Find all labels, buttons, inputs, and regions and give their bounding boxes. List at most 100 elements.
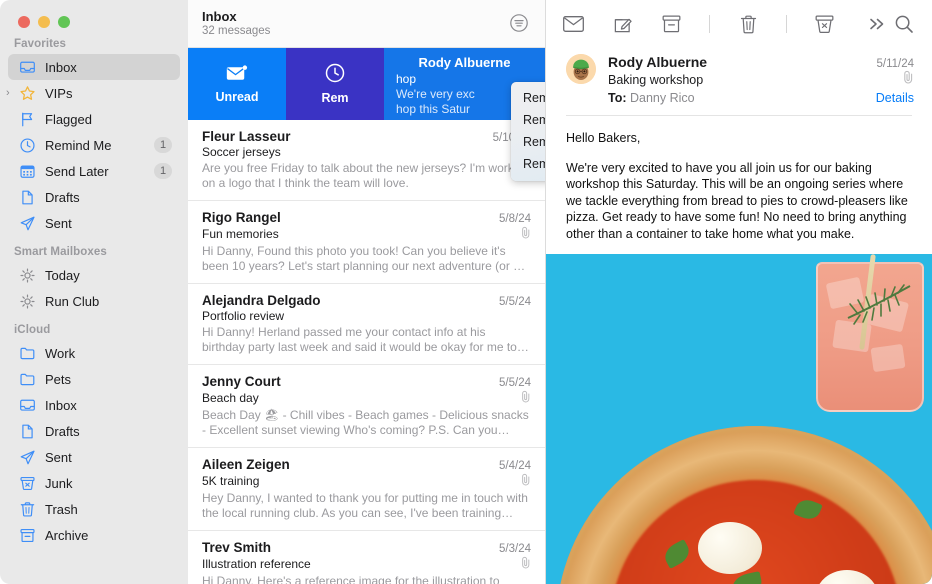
message-subject: Beach day (202, 391, 259, 405)
clock-icon (325, 63, 345, 86)
mailbox-title: Inbox (202, 9, 237, 24)
sidebar-item-drafts[interactable]: Drafts (8, 184, 180, 210)
details-link[interactable]: Details (876, 91, 914, 105)
window-controls (0, 0, 188, 28)
sidebar-item-label: Today (45, 267, 80, 283)
to-label: To: (608, 91, 627, 105)
sidebar-item-label: Work (45, 345, 76, 361)
memoji-avatar (566, 54, 596, 84)
sidebar: Favorites Inbox › VIPs Flagged Remind Me 1 Send… (0, 0, 188, 584)
chevron-right-icon[interactable]: › (6, 87, 16, 99)
sidebar-item-archive[interactable]: Archive (8, 522, 180, 548)
sidebar-item-label: Trash (45, 501, 78, 517)
swiped-message-row: Unread Rem Rody Albuerne hop We're very … (188, 48, 545, 120)
message-row[interactable]: Rigo Rangel 5/8/24 Fun memories Hi Danny, F… (188, 201, 545, 284)
message-preview: Hi Danny, Found this photo you took! Can… (202, 244, 524, 273)
context-menu-item[interactable]: Remind Me Later… (511, 153, 545, 175)
message-date: 5/4/24 (499, 460, 531, 472)
mark-unread-button[interactable] (562, 12, 585, 36)
paperclip-icon (521, 226, 531, 242)
sidebar-item-label: Remind Me (45, 137, 112, 153)
context-menu-item[interactable]: Remind Me Tomorrow (511, 131, 545, 153)
message-date: 5/8/24 (499, 213, 531, 225)
sidebar-item-inbox[interactable]: Inbox (8, 54, 180, 80)
calendar-icon (18, 162, 37, 181)
sidebar-section-header: iCloud (14, 324, 51, 336)
sidebar-item-trash[interactable]: Trash (8, 496, 180, 522)
sidebar-item-today[interactable]: Today (8, 262, 180, 288)
gear-icon (18, 266, 37, 285)
swipe-unread-button[interactable]: Unread (188, 48, 286, 120)
message-preview: Beach Day 🏖 - Chill vibes - Beach games … (202, 408, 529, 437)
paperclip-icon (521, 473, 531, 489)
sidebar-item-drafts[interactable]: Drafts (8, 418, 180, 444)
filter-icon[interactable] (509, 13, 531, 35)
message-list-header: Inbox 32 messages (188, 0, 545, 48)
remind-me-context-menu: Remind Me in 1 HourRemind Me TonightRemi… (511, 82, 545, 181)
clock-icon (18, 136, 37, 155)
message-subject: Baking workshop (608, 73, 704, 87)
junk-button[interactable] (813, 12, 836, 36)
sidebar-item-sent[interactable]: Sent (8, 210, 180, 236)
context-menu-item[interactable]: Remind Me in 1 Hour (511, 87, 545, 109)
maximize-button[interactable] (58, 16, 70, 28)
context-menu-item[interactable]: Remind Me Tonight (511, 109, 545, 131)
message-preview: Hi Danny, Here's a reference image for t… (202, 574, 500, 584)
minimize-button[interactable] (38, 16, 50, 28)
trash-icon (18, 500, 37, 519)
message-rows: Fleur Lasseur5/10/24Soccer jerseysAre yo… (188, 120, 545, 584)
selected-message-sender: Rody Albuerne (418, 55, 511, 70)
recipient-line: To: Danny Rico (608, 91, 695, 105)
mail-window: Favorites Inbox › VIPs Flagged Remind Me 1 Send… (0, 0, 932, 584)
sidebar-item-inbox[interactable]: Inbox (8, 392, 180, 418)
paper-plane-icon (18, 214, 37, 233)
paperclip-icon (903, 70, 914, 89)
message-subject: Fun memories (202, 227, 279, 241)
sidebar-item-label: Drafts (45, 423, 80, 439)
sidebar-item-label: Sent (45, 215, 72, 231)
inbox-icon (18, 396, 37, 415)
margherita-pizza-photo (546, 254, 932, 584)
delete-button[interactable] (736, 12, 759, 36)
sidebar-item-sent[interactable]: Sent (8, 444, 180, 470)
sidebar-item-vips[interactable]: › VIPs (6, 80, 180, 106)
message-subject: Illustration reference (202, 557, 311, 571)
message-row[interactable]: Alejandra Delgado 5/5/24 Portfolio review H… (188, 284, 545, 365)
message-header: Rody Albuerne 5/11/24 Baking workshop To… (546, 48, 932, 115)
document-icon (18, 422, 37, 441)
sidebar-item-run-club[interactable]: Run Club (8, 288, 180, 314)
message-sender: Jenny Court (202, 374, 281, 389)
message-date: 5/5/24 (499, 296, 531, 308)
message-row[interactable]: Trev Smith 5/3/24 Illustration reference Hi… (188, 531, 545, 584)
message-row[interactable]: Fleur Lasseur5/10/24Soccer jerseysAre yo… (188, 120, 545, 201)
search-icon[interactable] (893, 12, 916, 36)
sidebar-item-flagged[interactable]: Flagged (8, 106, 180, 132)
compose-button[interactable] (611, 12, 634, 36)
body-paragraph: We're very excited to have you all join … (566, 160, 908, 241)
folder-icon (18, 370, 37, 389)
sidebar-item-send-later[interactable]: Send Later 1 (8, 158, 180, 184)
reader-toolbar (546, 0, 932, 48)
close-button[interactable] (18, 16, 30, 28)
sidebar-item-pets[interactable]: Pets (8, 366, 180, 392)
message-preview: Are you free Friday to talk about the ne… (202, 161, 530, 190)
sidebar-item-junk[interactable]: Junk (8, 470, 180, 496)
sidebar-section-header: Smart Mailboxes (14, 246, 107, 258)
archive-icon (18, 526, 37, 545)
paperclip-icon (521, 556, 531, 572)
message-body: Hello Bakers, We're very excited to have… (546, 116, 932, 254)
message-row[interactable]: Jenny Court 5/5/24 Beach day Beach Day 🏖 - … (188, 365, 545, 448)
sidebar-item-remind-me[interactable]: Remind Me 1 (8, 132, 180, 158)
folder-icon (18, 344, 37, 363)
message-row[interactable]: Aileen Zeigen 5/4/24 5K training Hey Danny,… (188, 448, 545, 531)
message-sender: Alejandra Delgado (202, 293, 321, 308)
message-preview: Hey Danny, I wanted to thank you for put… (202, 491, 528, 520)
sidebar-item-label: Send Later (45, 163, 109, 179)
rosemary-sprig (847, 284, 911, 325)
chevrons-right-icon[interactable] (866, 12, 889, 36)
sidebar-item-work[interactable]: Work (8, 340, 180, 366)
archive-button[interactable] (660, 12, 683, 36)
swipe-remind-label: Rem (321, 91, 349, 105)
swipe-remind-button[interactable]: Rem (286, 48, 384, 120)
sidebar-item-label: Drafts (45, 189, 80, 205)
